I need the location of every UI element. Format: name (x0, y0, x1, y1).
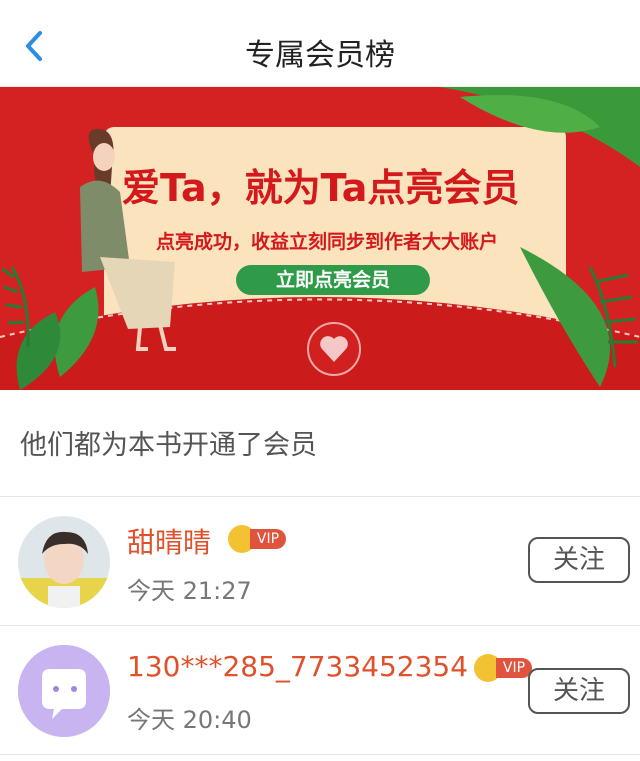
vip-label: VIP (250, 529, 286, 549)
user-photo-icon (18, 516, 110, 608)
nav-bar: 专属会员榜 (0, 0, 640, 87)
follow-button[interactable]: 关注 (528, 537, 630, 583)
member-time: 今天 20:40 (127, 706, 252, 734)
activate-membership-button[interactable]: 立即点亮会员 (236, 265, 430, 295)
promo-banner[interactable]: 爱Ta，就为Ta点亮会员 点亮成功，收益立刻同步到作者大大账户 立即点亮会员 (0, 87, 640, 390)
member-time: 今天 21:27 (127, 577, 252, 605)
member-row[interactable]: 甜晴晴 VIP 今天 21:27 关注 (0, 497, 640, 626)
avatar[interactable] (18, 645, 110, 737)
follow-button[interactable]: 关注 (528, 668, 630, 714)
member-name: 130***285_7733452354 (127, 650, 469, 683)
banner-subline: 点亮成功，收益立刻同步到作者大大账户 (156, 231, 499, 253)
banner-headline: 爱Ta，就为Ta点亮会员 (122, 166, 520, 210)
chat-bubble-icon (18, 645, 110, 737)
member-name: 甜晴晴 (127, 526, 212, 559)
member-row[interactable]: 130***285_7733452354 VIP 今天 20:40 关注 (0, 626, 640, 755)
page-title: 专属会员榜 (245, 38, 395, 73)
section-heading: 他们都为本书开通了会员 (0, 390, 640, 497)
avatar[interactable] (18, 516, 110, 608)
vip-label: VIP (496, 658, 532, 678)
